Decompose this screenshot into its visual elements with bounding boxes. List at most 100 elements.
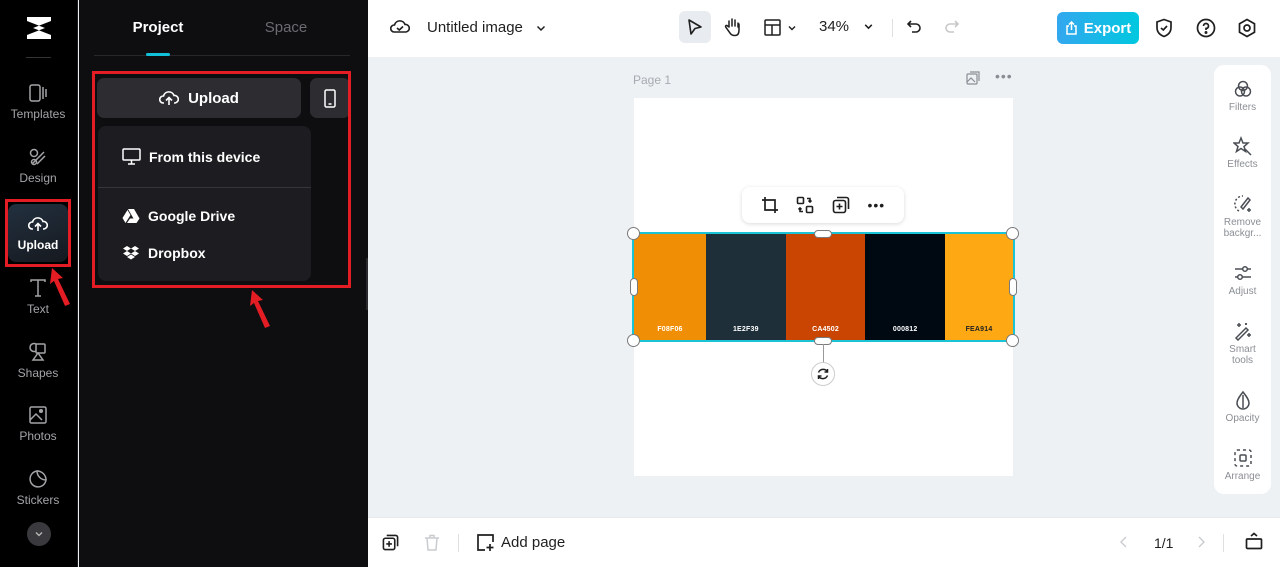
effects-star-icon: [1232, 136, 1252, 156]
palette-swatch: 000812: [865, 234, 946, 340]
filters-icon: [1234, 80, 1251, 97]
resize-handle-top-right[interactable]: [1006, 227, 1019, 240]
google-drive-icon: [122, 209, 140, 223]
rail-item-stickers[interactable]: Stickers: [8, 459, 68, 517]
swatch-code: F08F06: [657, 326, 683, 333]
chevron-down-icon: [788, 25, 796, 30]
more-options-icon[interactable]: •••: [867, 197, 885, 213]
trash-icon: [425, 534, 439, 551]
rail-label: Text: [26, 302, 49, 316]
document-title[interactable]: Untitled image: [427, 19, 547, 36]
cursor-icon: [688, 19, 702, 35]
dropbox-icon: [123, 246, 139, 260]
resize-handle-top-left[interactable]: [627, 227, 640, 240]
tab-project[interactable]: Project: [94, 0, 222, 56]
menu-item-dropbox[interactable]: Dropbox: [122, 245, 206, 261]
export-label: Export: [1083, 19, 1132, 37]
rail-item-design[interactable]: Design: [8, 137, 68, 195]
resize-handle-left[interactable]: [630, 278, 638, 296]
tool-filters[interactable]: Filters: [1214, 79, 1271, 113]
undo-button[interactable]: [906, 19, 922, 35]
replace-icon[interactable]: [796, 196, 814, 214]
select-tool-button[interactable]: [679, 11, 711, 43]
rail-item-templates[interactable]: Templates: [8, 73, 68, 131]
palette-swatch: FEA914: [945, 234, 1014, 340]
rail-item-shapes[interactable]: Shapes: [8, 332, 68, 390]
next-page-button[interactable]: [1196, 535, 1206, 549]
app-root: Templates Design Upload Text Shapes Phot…: [0, 0, 1280, 567]
settings-icon: [1238, 18, 1256, 38]
menu-item-google-drive[interactable]: Google Drive: [122, 208, 235, 224]
tab-space[interactable]: Space: [222, 0, 350, 55]
rail-item-upload[interactable]: Upload: [8, 204, 68, 262]
export-button[interactable]: Export: [1057, 12, 1139, 44]
page-label: Page 1: [633, 73, 672, 87]
upload-source-menu: From this device Google Drive Dropbox: [98, 126, 311, 281]
add-page-label: Add page: [501, 534, 566, 551]
swatch-code: FEA914: [965, 326, 993, 333]
redo-button[interactable]: [944, 19, 960, 35]
swatch-code: 000812: [892, 326, 918, 333]
layout-menu-button[interactable]: [764, 19, 797, 36]
panel-tabs: Project Space: [94, 0, 350, 56]
chevron-down-icon: [864, 24, 873, 30]
resize-handle-bottom-left[interactable]: [627, 334, 640, 347]
add-page-icon: [477, 534, 494, 551]
rail-label: Design: [19, 171, 57, 185]
annotation-arrow-icon: [50, 268, 70, 306]
crop-icon[interactable]: [761, 196, 779, 214]
cloud-save-status[interactable]: [390, 17, 410, 35]
tool-smart-tools[interactable]: Smart tools: [1214, 321, 1271, 366]
tool-effects[interactable]: Effects: [1214, 136, 1271, 170]
bottom-bar: Add page 1/1: [368, 517, 1280, 567]
text-icon: [30, 279, 46, 297]
rotate-icon: [817, 368, 829, 380]
tool-adjust[interactable]: Adjust: [1214, 263, 1271, 297]
resize-handle-right[interactable]: [1009, 278, 1017, 296]
element-context-toolbar: •••: [742, 187, 904, 223]
page-duplicate-icon[interactable]: [966, 71, 980, 85]
palette-swatch: F08F06: [634, 234, 706, 340]
rail-label: Stickers: [16, 493, 60, 507]
palette-image[interactable]: F08F06 1E2F39 CA4502 000812 FEA914: [632, 232, 1015, 342]
rotate-handle[interactable]: [811, 362, 835, 386]
page-manager-button[interactable]: [1245, 532, 1263, 550]
rail-label: Templates: [10, 107, 66, 121]
delete-page-button[interactable]: [424, 534, 440, 551]
bottombar-divider: [458, 534, 459, 552]
security-button[interactable]: [1155, 18, 1173, 38]
chevron-down-icon: [35, 532, 43, 537]
redo-icon: [945, 20, 960, 33]
help-icon: [1196, 18, 1216, 38]
resize-handle-top[interactable]: [814, 230, 832, 238]
adjust-sliders-icon: [1234, 265, 1251, 281]
document-title-text: Untitled image: [427, 19, 523, 36]
annotation-arrow-icon: [250, 290, 270, 328]
cloud-saved-icon: [390, 20, 410, 33]
shield-check-icon: [1156, 18, 1172, 38]
tool-opacity[interactable]: Opacity: [1214, 390, 1271, 424]
duplicate-page-icon: [382, 534, 399, 551]
upload-button[interactable]: Upload: [97, 78, 301, 118]
capcut-logo-icon[interactable]: [24, 14, 54, 42]
prev-page-button[interactable]: [1119, 535, 1129, 549]
page-more-icon[interactable]: •••: [995, 68, 1013, 84]
swatch-code: CA4502: [812, 326, 839, 333]
top-bar: Untitled image 34% Export: [368, 0, 1280, 57]
duplicate-page-button[interactable]: [382, 534, 399, 551]
settings-button[interactable]: [1237, 18, 1257, 38]
add-page-button[interactable]: Add page: [476, 533, 565, 552]
zoom-dropdown[interactable]: 34%: [819, 18, 874, 35]
tool-arrange[interactable]: Arrange: [1214, 448, 1271, 482]
right-tools-panel: Filters Effects Remove backgr... Adjust …: [1214, 65, 1271, 494]
duplicate-icon[interactable]: [832, 196, 850, 214]
resize-handle-bottom-right[interactable]: [1006, 334, 1019, 347]
tool-remove-background[interactable]: Remove backgr...: [1214, 194, 1271, 239]
hand-tool-button[interactable]: [717, 11, 749, 43]
help-button[interactable]: [1196, 18, 1216, 38]
rail-item-photos[interactable]: Photos: [8, 395, 68, 453]
menu-item-from-device[interactable]: From this device: [122, 148, 260, 165]
upload-from-phone-button[interactable]: [310, 78, 350, 118]
rail-more-button[interactable]: [27, 522, 51, 546]
menu-divider: [98, 187, 311, 188]
